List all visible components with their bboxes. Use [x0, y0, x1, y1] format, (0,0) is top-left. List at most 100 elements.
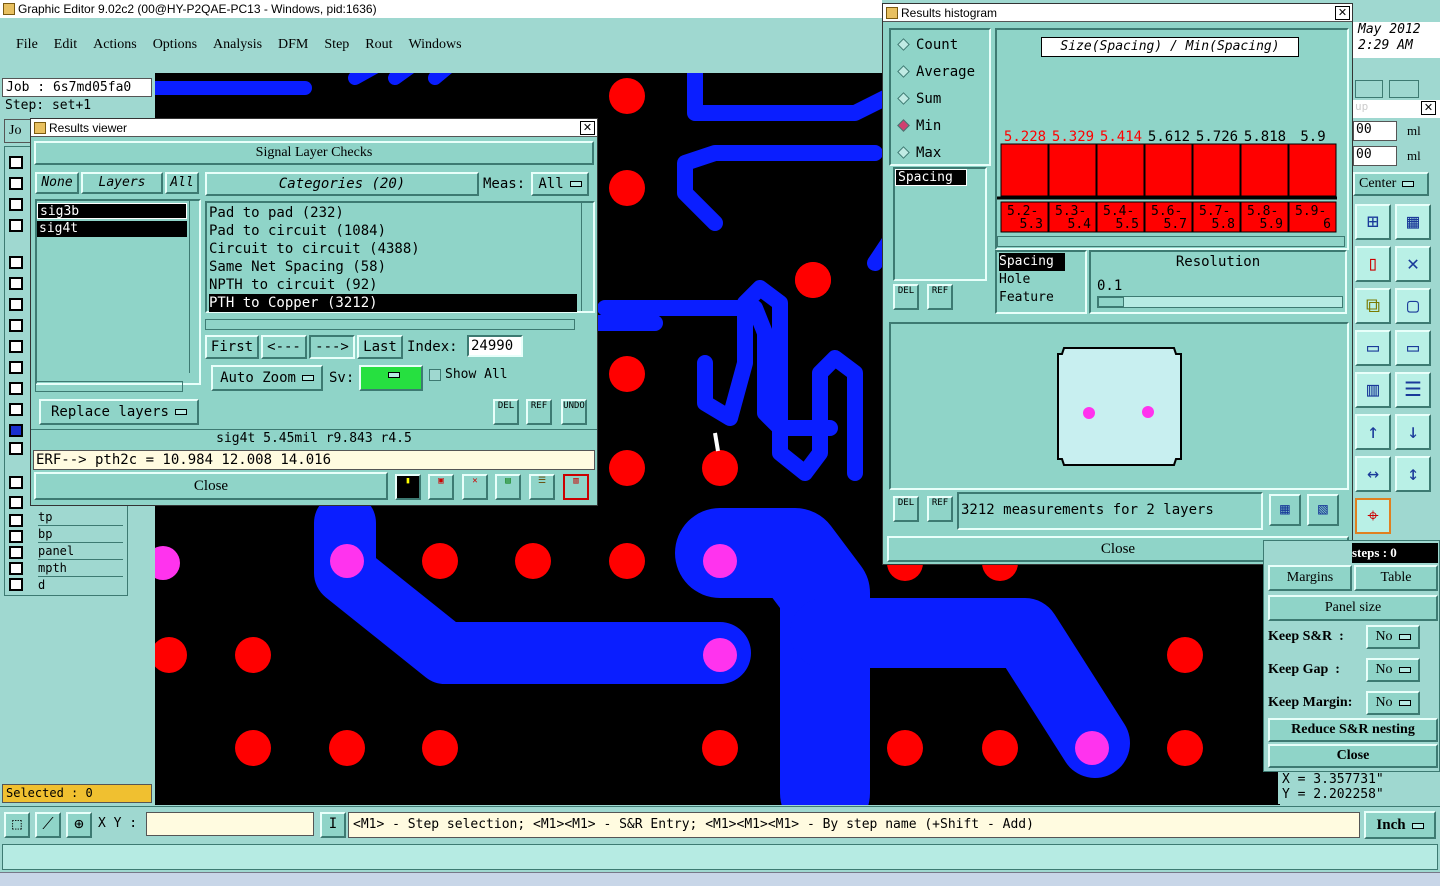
category-list[interactable]: Pad to pad (232) Pad to circuit (1084) C…	[205, 201, 595, 313]
close-icon[interactable]: ✕	[580, 121, 595, 135]
offset-y-input[interactable]: 00	[1353, 146, 1397, 166]
menu-dfm[interactable]: DFM	[278, 37, 308, 53]
category-item[interactable]: NPTH to circuit (92)	[209, 276, 593, 294]
layer-checkbox[interactable]	[9, 578, 23, 591]
stat-min[interactable]: Min	[897, 113, 989, 140]
all-button[interactable]: All	[165, 172, 199, 194]
meas-select[interactable]: All	[531, 172, 589, 196]
menu-options[interactable]: Options	[153, 37, 197, 53]
resolution-slider[interactable]	[1097, 296, 1343, 308]
layer-checkbox[interactable]	[9, 256, 23, 269]
histogram-icon[interactable]: ▥	[563, 474, 589, 500]
layer-checkbox[interactable]	[9, 319, 23, 332]
reduce-nesting-button[interactable]: Reduce S&R nesting	[1268, 718, 1438, 742]
layer-checkbox[interactable]	[9, 382, 23, 395]
category-item[interactable]: Pad to pad (232)	[209, 204, 593, 222]
histogram-bar[interactable]	[1000, 143, 1049, 197]
spread-h-icon[interactable]: ↔	[1355, 456, 1391, 492]
unit-select[interactable]: Inch	[1364, 811, 1436, 839]
flip-icon[interactable]: ▯	[1355, 246, 1391, 282]
array-icon[interactable]: ▭	[1395, 330, 1431, 366]
close-icon[interactable]: ✕	[1421, 101, 1436, 115]
layer-checkbox[interactable]	[9, 177, 23, 190]
histogram-bar[interactable]	[1144, 143, 1193, 197]
del-icon[interactable]: DEL	[893, 284, 919, 310]
import-icon[interactable]: ▧	[1307, 494, 1339, 526]
by-list[interactable]: Spacing Hole Feature	[995, 250, 1087, 314]
layer-name-mpth[interactable]: mpth	[38, 560, 123, 577]
layer-checkbox[interactable]	[9, 442, 23, 455]
metric-item[interactable]: Spacing	[895, 169, 967, 186]
layer-checkbox[interactable]	[9, 156, 23, 169]
margins-button[interactable]: Margins	[1268, 565, 1352, 591]
category-item[interactable]: Pad to circuit (1084)	[209, 222, 593, 240]
ref-icon[interactable]: REF	[526, 399, 552, 425]
row-icon[interactable]: ▥	[1355, 372, 1391, 408]
layer-name-panel[interactable]: panel	[38, 543, 123, 560]
menu-file[interactable]: File	[16, 37, 38, 53]
histogram-bar[interactable]	[1192, 143, 1241, 197]
delete-icon[interactable]: ✕	[1395, 246, 1431, 282]
category-hscroll[interactable]	[205, 319, 575, 330]
layer-checkbox[interactable]	[9, 403, 23, 416]
del-icon[interactable]: DEL	[493, 399, 519, 425]
layer-item-sig3b[interactable]: sig3b	[37, 203, 187, 219]
rotate-icon[interactable]: ▢	[1395, 288, 1431, 324]
layer-name-tp[interactable]: tp	[38, 509, 123, 526]
stat-average[interactable]: Average	[897, 59, 989, 86]
stat-sum[interactable]: Sum	[897, 86, 989, 113]
histogram-bar[interactable]	[1288, 143, 1337, 197]
category-item-selected[interactable]: PTH to Copper (3212)	[209, 294, 577, 312]
layer-checkbox[interactable]	[9, 219, 23, 232]
menu-analysis[interactable]: Analysis	[213, 37, 262, 53]
menu-rout[interactable]: Rout	[365, 37, 392, 53]
snap-tool-icon[interactable]: ⊕	[66, 812, 92, 838]
by-item-feature[interactable]: Feature	[999, 289, 1085, 307]
zoom-icon[interactable]: ▤	[495, 474, 521, 500]
layer-checkbox[interactable]	[9, 424, 23, 437]
layer-item-sig4t[interactable]: sig4t	[37, 221, 187, 237]
layer-list[interactable]: sig3b sig4t	[35, 199, 201, 385]
measure-tool-icon[interactable]: ⟋	[35, 812, 61, 838]
sv-color-select[interactable]	[359, 365, 423, 391]
arrow-up-icon[interactable]: ↑	[1355, 414, 1391, 450]
ref-icon[interactable]: REF	[927, 496, 953, 522]
offset-x-input[interactable]: 00	[1353, 121, 1397, 141]
keep-gap-select[interactable]: No	[1366, 658, 1420, 682]
last-button[interactable]: Last	[357, 335, 403, 359]
column-icon[interactable]: ☰	[1395, 372, 1431, 408]
by-item-spacing[interactable]: Spacing	[999, 253, 1065, 271]
layer-checkbox[interactable]	[9, 546, 23, 559]
ref-icon[interactable]: REF	[927, 284, 953, 310]
layers-button[interactable]: Layers	[81, 172, 163, 194]
spread-v-icon[interactable]: ↕	[1395, 456, 1431, 492]
layer-checkbox[interactable]	[9, 298, 23, 311]
layer-list-vscroll[interactable]	[189, 201, 199, 373]
show-all-checkbox[interactable]	[429, 369, 441, 381]
layer-checkbox[interactable]	[9, 530, 23, 543]
histogram-bar[interactable]	[1240, 143, 1289, 197]
keep-margin-select[interactable]: No	[1366, 691, 1420, 715]
grid-layout-icon[interactable]: ⊞	[1355, 204, 1391, 240]
layer-checkbox[interactable]	[9, 198, 23, 211]
replace-layers-select[interactable]: Replace layers	[39, 399, 199, 425]
xy-input[interactable]	[146, 812, 314, 836]
highlight-icon[interactable]: ▣	[428, 474, 454, 500]
category-item[interactable]: Same Net Spacing (58)	[209, 258, 593, 276]
info-icon[interactable]: I	[320, 812, 346, 838]
del-icon[interactable]: DEL	[893, 496, 919, 522]
layer-name-d[interactable]: d	[38, 577, 123, 593]
auto-zoom-select[interactable]: Auto Zoom	[211, 365, 323, 391]
export-icon[interactable]: ▦	[1269, 494, 1301, 526]
layer-checkbox[interactable]	[9, 496, 23, 509]
metric-list[interactable]: Spacing	[893, 167, 987, 281]
category-vscroll[interactable]	[581, 203, 593, 311]
layer-list-hscroll[interactable]	[35, 381, 183, 392]
menu-edit[interactable]: Edit	[54, 37, 77, 53]
panel-size-button[interactable]: Panel size	[1268, 595, 1438, 621]
layer-name-bp[interactable]: bp	[38, 526, 123, 543]
histogram-bar[interactable]	[1096, 143, 1145, 197]
index-input[interactable]: 24990	[467, 335, 523, 357]
menu-actions[interactable]: Actions	[93, 37, 137, 53]
stat-count[interactable]: Count	[897, 32, 989, 59]
